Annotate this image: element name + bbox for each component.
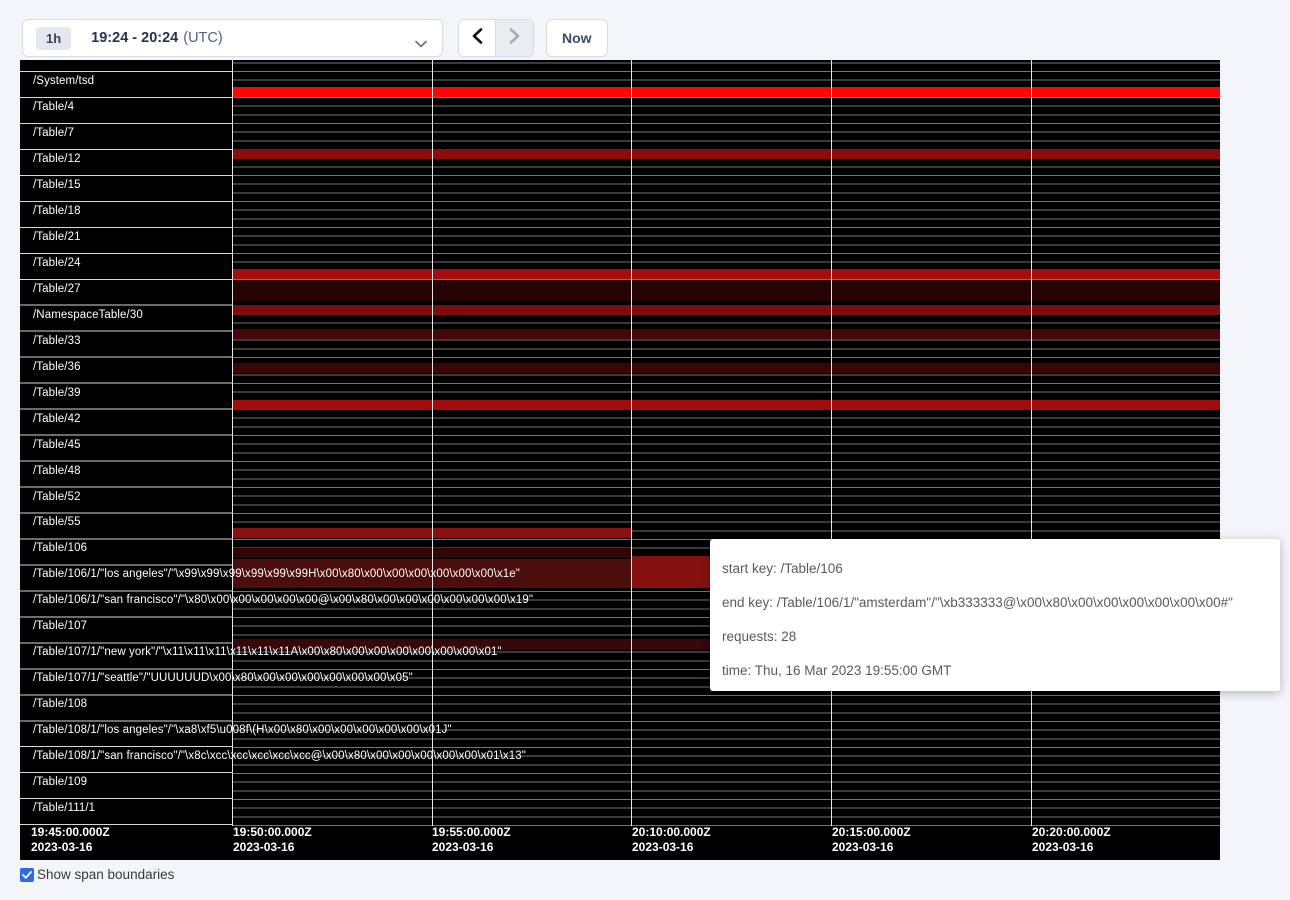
row-label: /Table/109 [33, 776, 87, 789]
row-label: /Table/21 [33, 231, 81, 244]
row-label: /Table/18 [33, 205, 81, 218]
row-label: /Table/39 [33, 387, 81, 400]
row-label: /Table/48 [33, 465, 81, 478]
time-range-selector[interactable]: 1h 19:24 - 20:24 (UTC) [22, 19, 443, 57]
time-tick-label: 19:50:00.000Z2023-03-16 [233, 825, 312, 854]
time-tick-label: 19:55:00.000Z2023-03-16 [432, 825, 511, 854]
next-time-button[interactable] [496, 20, 533, 56]
row-label: /Table/106/1/"los angeles"/"\x99\x99\x99… [33, 568, 520, 581]
time-preset-badge: 1h [36, 27, 71, 50]
heat-band [232, 269, 1220, 279]
row-label: /Table/108/1/"los angeles"/"\xa8\xf5\u00… [33, 724, 452, 737]
row-label: /Table/52 [33, 491, 81, 504]
tooltip-requests: requests: 28 [722, 620, 1268, 654]
heat-band [232, 149, 1220, 159]
row-label: /Table/107/1/"seattle"/"UUUUUUD\x00\x80\… [33, 672, 413, 685]
tooltip-time: time: Thu, 16 Mar 2023 19:55:00 GMT [722, 654, 1268, 688]
chevron-left-icon [471, 28, 483, 49]
row-label: /Table/42 [33, 413, 81, 426]
row-label: /System/tsd [33, 75, 94, 88]
row-label: /Table/15 [33, 179, 81, 192]
time-tick-label: 19:45:00.000Z2023-03-16 [31, 825, 110, 854]
row-label: /Table/107/1/"new york"/"\x11\x11\x11\x1… [33, 646, 502, 659]
time-gridline [1031, 60, 1032, 826]
heat-band [232, 363, 1220, 373]
heatmap-row-gridlines [232, 60, 1220, 826]
time-gridline [232, 60, 233, 826]
row-label: /Table/106/1/"san francisco"/"\x80\x00\x… [33, 594, 533, 607]
cell-tooltip: start key: /Table/106 end key: /Table/10… [710, 539, 1280, 691]
time-gridline [631, 60, 632, 826]
row-label: /NamespaceTable/30 [33, 309, 143, 322]
heat-band [232, 280, 1220, 301]
row-label: /Table/7 [33, 127, 74, 140]
time-nav-group [458, 19, 534, 57]
row-label: /Table/36 [33, 361, 81, 374]
heat-band [232, 87, 1220, 97]
show-span-boundaries-label: Show span boundaries [37, 867, 174, 882]
show-span-boundaries-checkbox[interactable] [20, 868, 34, 882]
toolbar: 1h 19:24 - 20:24 (UTC) Now [0, 0, 1290, 60]
row-label: /Table/108 [33, 698, 87, 711]
row-label: /Table/108/1/"san francisco"/"\x8c\xcc\x… [33, 750, 526, 763]
time-gridline [432, 60, 433, 826]
time-range-label: 19:24 - 20:24 [91, 30, 178, 46]
tooltip-start-key: start key: /Table/106 [722, 552, 1268, 586]
tooltip-end-key: end key: /Table/106/1/"amsterdam"/"\xb33… [722, 586, 1268, 620]
prev-time-button[interactable] [459, 20, 496, 56]
heat-band [232, 329, 1220, 339]
time-tick-label: 20:10:00.000Z2023-03-16 [632, 825, 711, 854]
heat-band [232, 400, 1220, 410]
chevron-right-icon [509, 28, 521, 49]
time-tick-label: 20:20:00.000Z2023-03-16 [1032, 825, 1111, 854]
row-label: /Table/45 [33, 439, 81, 452]
row-label: /Table/55 [33, 516, 81, 529]
check-icon [22, 871, 32, 879]
heat-band [232, 305, 1220, 315]
row-label: /Table/27 [33, 283, 81, 296]
timezone-label: (UTC) [183, 30, 222, 46]
time-gridline [831, 60, 832, 826]
time-tick-label: 20:15:00.000Z2023-03-16 [832, 825, 911, 854]
row-label: /Table/111/1 [33, 802, 95, 815]
row-label: /Table/107 [33, 620, 87, 633]
key-visualizer-heatmap[interactable]: /System/tsd/Table/4/Table/7/Table/12/Tab… [20, 60, 1220, 860]
row-label: /Table/24 [33, 257, 81, 270]
footer-controls: Show span boundaries [20, 867, 174, 882]
row-label: /Table/12 [33, 153, 81, 166]
row-label: /Table/33 [33, 335, 81, 348]
row-label: /Table/106 [33, 542, 87, 555]
chevron-down-icon [415, 35, 427, 53]
row-label: /Table/4 [33, 101, 74, 114]
now-button[interactable]: Now [546, 19, 608, 57]
